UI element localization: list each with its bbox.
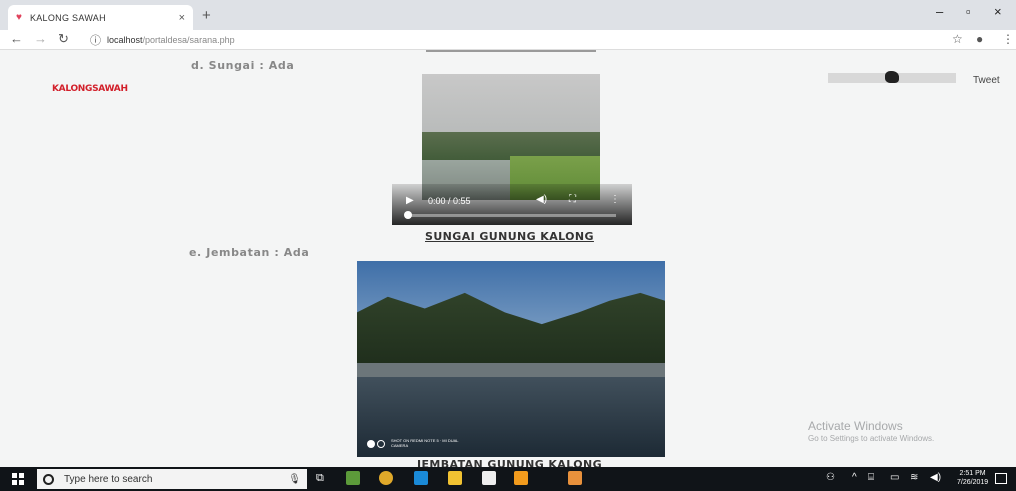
reload-icon[interactable]: ↻ — [58, 31, 69, 47]
clock-time: 2:51 PM — [959, 470, 986, 477]
windows-start-icon[interactable] — [12, 473, 24, 485]
page-content: KALONGSAWAH d. Sungai : Ada ▶ 0:00 / 0:5… — [0, 50, 1016, 467]
people-icon[interactable]: ⚇ — [826, 472, 835, 483]
video-time: 0:00 / 0:55 — [428, 196, 471, 206]
store-icon[interactable] — [482, 471, 496, 485]
close-window-button[interactable]: × — [994, 4, 1002, 19]
browser-tab[interactable]: ♥ KALONG SAWAH × — [8, 5, 193, 30]
edge-icon[interactable] — [414, 471, 428, 485]
url-text[interactable]: localhost/portaldesa/sarana.php — [107, 35, 235, 45]
browser-tab-bar: ♥ KALONG SAWAH × + – ▫ × — [0, 0, 1016, 30]
forward-arrow-icon[interactable]: → — [34, 31, 47, 46]
taskbar-clock[interactable]: 2:51 PM 7/26/2019 — [957, 469, 988, 487]
address-bar[interactable]: ⓘ localhost/portaldesa/sarana.php — [90, 32, 930, 48]
video-player[interactable]: ▶ 0:00 / 0:55 ◀) ⛶ ⋮ — [392, 74, 632, 225]
video-progress-handle[interactable] — [404, 211, 412, 219]
menu-kebab-icon[interactable]: ⋮ — [1002, 32, 1014, 46]
volume-icon[interactable]: ◀) — [536, 194, 547, 205]
photo-dam — [357, 363, 665, 377]
photos-app-icon[interactable] — [346, 471, 360, 485]
tab-title: KALONG SAWAH — [29, 12, 106, 23]
activate-windows-title: Activate Windows — [808, 419, 903, 433]
tweet-button[interactable]: Tweet — [973, 75, 1000, 86]
info-icon[interactable]: ⓘ — [90, 32, 101, 48]
watermark-dot-icon — [367, 440, 375, 448]
microphone-icon[interactable]: 🎙 — [288, 474, 301, 485]
task-view-icon[interactable]: ⧉ — [316, 472, 324, 485]
app-icon-sublime[interactable] — [568, 471, 582, 485]
chrome-icon[interactable] — [379, 471, 393, 485]
taskbar-search-placeholder: Type here to search — [64, 473, 153, 485]
video-progress-bar[interactable] — [406, 214, 616, 217]
site-logo[interactable]: KALONGSAWAH — [52, 84, 128, 94]
battery-icon[interactable]: ▭ — [890, 472, 899, 483]
notification-icon[interactable] — [995, 473, 1007, 484]
windows-taskbar: Type here to search 🎙 ⧉ ⚇ ^ ⌸ ▭ ≋ ◀) 2:5… — [0, 467, 1016, 491]
maximize-button[interactable]: ▫ — [966, 4, 971, 19]
jembatan-photo: SHOT ON REDMI NOTE 5 · MI DUAL CAMERA — [357, 261, 665, 457]
cortana-icon — [43, 473, 54, 485]
tray-chevron-icon[interactable]: ^ — [852, 472, 857, 483]
caption-jembatan: JEMBATAN GUNUNG KALONG — [417, 458, 602, 467]
tab-close-icon[interactable]: × — [179, 12, 185, 24]
section-d-label: d. Sungai : Ada — [191, 59, 295, 72]
activate-windows-subtitle: Go to Settings to activate Windows. — [808, 434, 935, 443]
social-share-widget[interactable] — [828, 71, 956, 83]
new-tab-button[interactable]: + — [202, 7, 211, 24]
file-explorer-icon[interactable] — [448, 471, 462, 485]
photo-watermark: SHOT ON REDMI NOTE 5 · MI DUAL CAMERA — [391, 438, 459, 448]
network-icon[interactable]: ⌸ — [868, 472, 874, 483]
caption-sungai: SUNGAI GUNUNG KALONG — [425, 230, 594, 243]
taskbar-search-box[interactable]: Type here to search 🎙 — [37, 469, 307, 489]
divider — [426, 50, 596, 52]
section-e-label: e. Jembatan : Ada — [189, 246, 310, 259]
browser-toolbar: ← → ↻ ⓘ localhost/portaldesa/sarana.php … — [0, 30, 1016, 50]
volume-tray-icon[interactable]: ◀) — [930, 472, 941, 483]
video-menu-icon[interactable]: ⋮ — [610, 194, 620, 205]
bookmark-star-icon[interactable]: ☆ — [952, 32, 963, 46]
social-logo-icon — [885, 71, 899, 83]
profile-icon[interactable]: ● — [976, 32, 983, 46]
watermark-ring-icon — [377, 440, 385, 448]
minimize-button[interactable]: – — [936, 4, 943, 19]
app-icon-orange[interactable] — [514, 471, 528, 485]
play-icon[interactable]: ▶ — [406, 195, 414, 206]
heart-favicon-icon: ♥ — [16, 12, 22, 23]
fullscreen-icon[interactable]: ⛶ — [569, 194, 576, 205]
wifi-icon[interactable]: ≋ — [910, 472, 918, 483]
clock-date: 7/26/2019 — [957, 479, 989, 486]
back-arrow-icon[interactable]: ← — [10, 31, 23, 46]
